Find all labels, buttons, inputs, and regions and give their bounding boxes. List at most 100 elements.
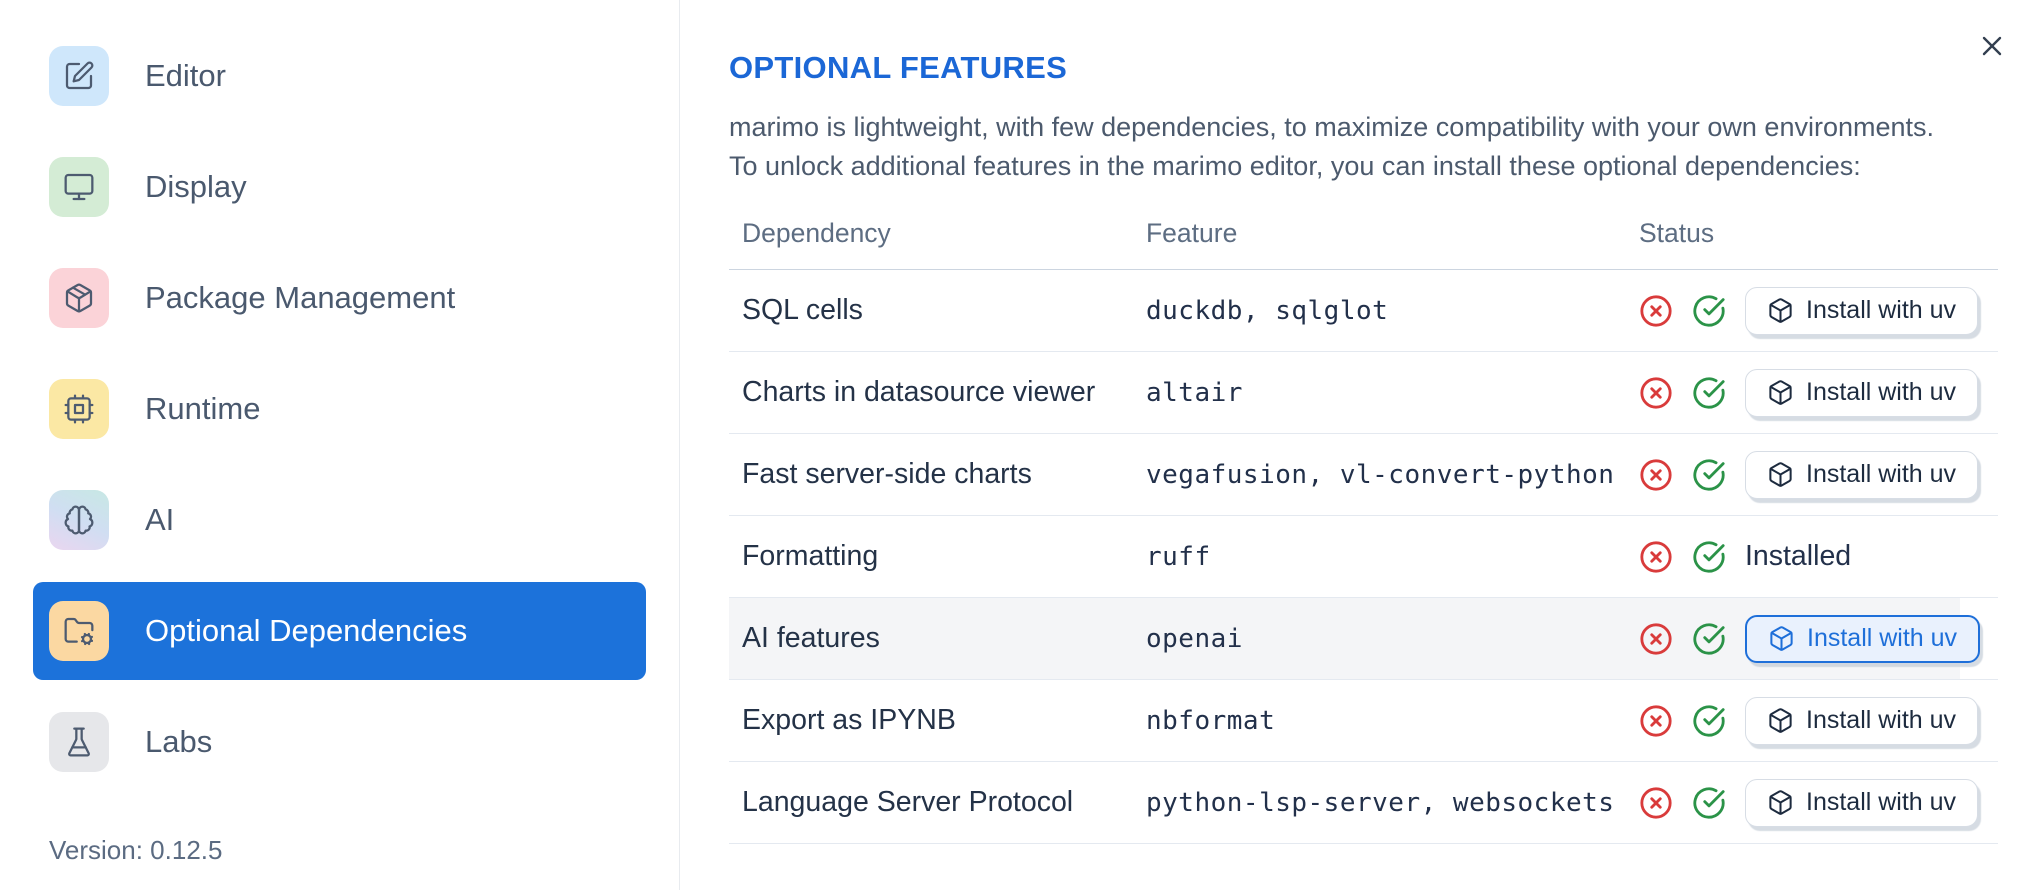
table-row: Charts in datasource viewer altair Insta… xyxy=(729,352,1998,434)
sidebar-item-optional-dependencies[interactable]: Optional Dependencies xyxy=(33,582,646,680)
not-installed-icon xyxy=(1640,458,1672,491)
installed-icon xyxy=(1693,376,1725,409)
status-cell: Installed xyxy=(1639,540,1998,574)
installed-icon xyxy=(1693,458,1725,491)
installed-icon xyxy=(1693,786,1725,819)
sidebar-item-label: Display xyxy=(145,169,247,204)
sidebar-item-icon-tile xyxy=(49,46,109,106)
square-pen-icon xyxy=(65,61,94,90)
status-cell: Install with uv xyxy=(1639,778,1998,827)
not-installed-icon xyxy=(1640,704,1672,737)
installed-icon xyxy=(1693,704,1725,737)
settings-sidebar: Editor Display Package Management Runtim… xyxy=(0,0,680,890)
sidebar-item-label: Editor xyxy=(145,58,226,93)
dependency-name: SQL cells xyxy=(742,294,863,326)
dependency-name: AI features xyxy=(742,622,880,654)
sidebar-item-icon-tile xyxy=(49,601,109,661)
sidebar-item-label: Optional Dependencies xyxy=(145,613,468,648)
brain-icon xyxy=(64,505,94,535)
status-cell: Install with uv xyxy=(1639,368,1998,417)
install-with-uv-button[interactable]: Install with uv xyxy=(1745,368,1979,417)
table-row: Formatting ruff Installed xyxy=(729,516,1998,598)
folder-cog-icon xyxy=(64,617,94,646)
package-cube-icon xyxy=(1769,298,1792,323)
status-cell: Install with uv xyxy=(1639,696,1998,745)
installed-icon xyxy=(1693,622,1725,655)
install-with-uv-button[interactable]: Install with uv xyxy=(1745,696,1979,745)
version-label: Version: 0.12.5 xyxy=(49,835,223,865)
status-cell: Install with uv xyxy=(1639,286,1998,335)
cpu-icon xyxy=(64,394,94,424)
not-installed-icon xyxy=(1640,786,1672,819)
install-button-label: Install with uv xyxy=(1806,378,1957,406)
not-installed-icon xyxy=(1640,622,1672,655)
status-cell: Install with uv xyxy=(1639,614,1998,663)
not-installed-icon xyxy=(1640,376,1672,409)
table-header: Dependency Feature Status xyxy=(729,218,1998,270)
package-cube-icon xyxy=(1769,462,1792,487)
sidebar-item-label: AI xyxy=(145,502,175,537)
sidebar-item-labs[interactable]: Labs xyxy=(33,693,646,791)
sidebar-item-icon-tile xyxy=(49,712,109,772)
optional-features-panel: OPTIONAL FEATURES marimo is lightweight,… xyxy=(680,0,2042,890)
installed-icon xyxy=(1693,294,1725,327)
table-row: SQL cells duckdb, sqlglot Install with u… xyxy=(729,270,1998,352)
monitor-icon xyxy=(64,173,94,201)
package-cube-icon xyxy=(1769,790,1792,815)
column-header-status: Status xyxy=(1639,218,1715,248)
package-icon xyxy=(65,283,93,313)
sidebar-item-icon-tile xyxy=(49,490,109,550)
sidebar-item-ai[interactable]: AI xyxy=(33,471,646,569)
sidebar-item-label: Labs xyxy=(145,724,213,759)
sidebar-item-icon-tile xyxy=(49,268,109,328)
package-cube-icon xyxy=(1769,708,1792,733)
sidebar-item-runtime[interactable]: Runtime xyxy=(33,360,646,458)
feature-packages: python-lsp-server, websockets xyxy=(1146,787,1615,818)
install-button-label: Install with uv xyxy=(1807,624,1958,652)
dependency-name: Export as IPYNB xyxy=(742,704,956,736)
table-row: Fast server-side charts vegafusion, vl-c… xyxy=(729,434,1998,516)
install-button-label: Install with uv xyxy=(1806,460,1957,488)
sidebar-item-label: Package Management xyxy=(145,280,456,315)
sidebar-item-label: Runtime xyxy=(145,391,261,426)
installed-status-label: Installed xyxy=(1745,540,1852,572)
table-body: SQL cells duckdb, sqlglot Install with u… xyxy=(729,270,1998,844)
installed-icon xyxy=(1693,540,1725,573)
not-installed-icon xyxy=(1640,294,1672,327)
sidebar-item-display[interactable]: Display xyxy=(33,138,646,236)
feature-packages: ruff xyxy=(1146,541,1211,572)
column-header-dependency: Dependency xyxy=(742,218,891,248)
package-cube-icon xyxy=(1769,380,1792,405)
feature-packages: openai xyxy=(1146,623,1243,654)
not-installed-icon xyxy=(1640,540,1672,573)
table-row: Export as IPYNB nbformat Install with uv xyxy=(729,680,1998,762)
install-with-uv-button[interactable]: Install with uv xyxy=(1745,450,1979,499)
install-with-uv-button[interactable]: Install with uv xyxy=(1745,614,1981,663)
column-header-feature: Feature xyxy=(1146,218,1238,248)
table-row: AI features openai Install with uv xyxy=(729,598,1998,680)
dependency-name: Formatting xyxy=(742,540,879,572)
dependency-name: Fast server-side charts xyxy=(742,458,1032,490)
sidebar-item-editor[interactable]: Editor xyxy=(33,27,646,125)
install-with-uv-button[interactable]: Install with uv xyxy=(1745,286,1979,335)
panel-description: marimo is lightweight, with few dependen… xyxy=(729,108,1998,186)
sidebar-item-package-management[interactable]: Package Management xyxy=(33,249,646,347)
description-line: marimo is lightweight, with few dependen… xyxy=(729,112,1935,142)
feature-packages: duckdb, sqlglot xyxy=(1146,295,1389,326)
install-button-label: Install with uv xyxy=(1806,296,1957,324)
install-button-label: Install with uv xyxy=(1806,788,1957,816)
page-title: OPTIONAL FEATURES xyxy=(729,50,1068,85)
sidebar-item-icon-tile xyxy=(49,379,109,439)
dependency-name: Language Server Protocol xyxy=(742,786,1074,818)
flask-icon xyxy=(68,727,90,757)
package-cube-icon xyxy=(1770,626,1793,651)
dependencies-table: Dependency Feature Status SQL cells duck… xyxy=(729,218,1998,844)
install-with-uv-button[interactable]: Install with uv xyxy=(1745,778,1979,827)
feature-packages: vegafusion, vl-convert-python xyxy=(1146,459,1615,490)
close-icon xyxy=(1982,36,2002,56)
close-button[interactable] xyxy=(1972,26,2012,66)
feature-packages: altair xyxy=(1146,377,1243,408)
sidebar-item-icon-tile xyxy=(49,157,109,217)
description-line: To unlock additional features in the mar… xyxy=(729,151,1861,181)
install-button-label: Install with uv xyxy=(1806,706,1957,734)
